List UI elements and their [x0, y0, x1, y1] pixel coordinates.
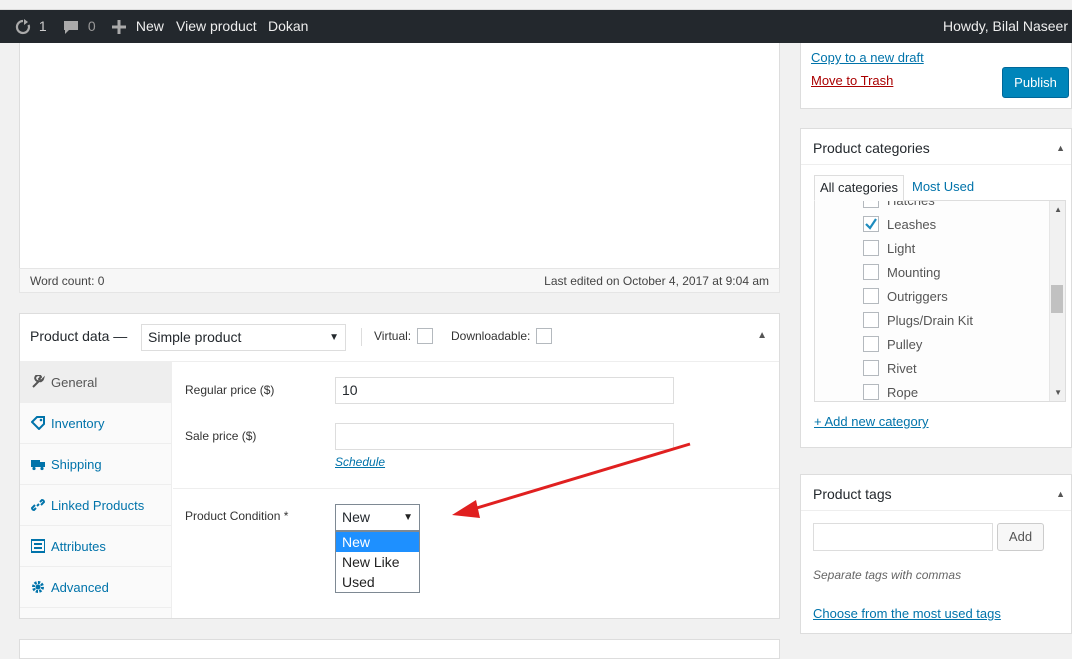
option-new-like[interactable]: New Like [336, 552, 419, 572]
publish-box: Copy to a new draft Move to Trash Publis… [800, 43, 1072, 109]
next-meta-box [19, 639, 780, 659]
tab-all-categories[interactable]: All categories [814, 175, 905, 201]
option-used[interactable]: Used [336, 572, 419, 592]
link-icon [31, 498, 45, 512]
add-tag-button[interactable]: Add [997, 523, 1044, 551]
option-new[interactable]: New [336, 532, 419, 552]
scroll-down-icon[interactable]: ▼ [1054, 388, 1062, 397]
refresh-icon [15, 19, 31, 35]
tab-inventory[interactable]: Inventory [20, 403, 172, 444]
category-checkbox[interactable] [863, 384, 879, 400]
tab-label: Inventory [51, 416, 105, 431]
browser-top-strip [0, 0, 1072, 10]
tab-label: Advanced [51, 580, 109, 595]
product-data-title: Product data — [30, 328, 128, 344]
tab-linked-products[interactable]: Linked Products [20, 485, 172, 526]
content-editor[interactable] [19, 43, 780, 293]
regular-price-input[interactable]: 10 [335, 377, 674, 404]
tab-shipping[interactable]: Shipping [20, 444, 172, 485]
tab-label: Shipping [51, 457, 102, 472]
product-condition-value: New [342, 509, 371, 525]
tags-header: Product tags ▲ [801, 475, 1071, 511]
product-data-tabs: General Inventory Shipping Linked Produc… [20, 362, 172, 618]
view-product-link[interactable]: View product [176, 10, 257, 43]
publish-button[interactable]: Publish [1002, 67, 1069, 98]
word-count: Word count: 0 [30, 274, 105, 288]
howdy-user[interactable]: Howdy, Bilal Naseer [943, 10, 1068, 43]
tab-general[interactable]: General [20, 362, 172, 403]
product-type-value: Simple product [148, 329, 242, 345]
chevron-down-icon: ▼ [329, 332, 339, 343]
product-data-header: Product data — Simple product ▼ Virtual:… [20, 314, 779, 362]
tab-advanced[interactable]: Advanced [20, 567, 172, 608]
comment-icon [64, 21, 78, 35]
last-edited: Last edited on October 4, 2017 at 9:04 a… [544, 274, 769, 288]
list-icon [31, 539, 45, 553]
category-checkbox[interactable] [863, 264, 879, 280]
product-tags-box: Product tags ▲ Add Separate tags with co… [800, 474, 1072, 634]
schedule-link[interactable]: Schedule [335, 455, 385, 469]
product-type-select[interactable]: Simple product ▼ [141, 324, 346, 351]
category-checkbox[interactable] [863, 336, 879, 352]
virtual-checkbox[interactable] [417, 328, 433, 344]
product-condition-select[interactable]: New ▼ [335, 504, 420, 531]
new-item[interactable]: New [112, 10, 164, 43]
tags-hint: Separate tags with commas [813, 568, 962, 582]
copy-draft-link[interactable]: Copy to a new draft [811, 50, 924, 65]
tags-title: Product tags [813, 486, 892, 502]
downloadable-label: Downloadable: [451, 329, 531, 343]
wrench-icon [32, 375, 45, 388]
updates-count: 1 [38, 18, 47, 34]
new-label: New [135, 18, 164, 34]
category-checkbox[interactable] [863, 360, 879, 376]
tab-label: General [51, 375, 98, 390]
comments-item[interactable]: 0 [63, 10, 96, 43]
collapse-toggle-icon[interactable]: ▲ [1056, 489, 1065, 499]
sale-price-label: Sale price ($) [185, 429, 257, 443]
tab-most-used[interactable]: Most Used [907, 175, 979, 201]
comments-count: 0 [87, 18, 96, 34]
categories-header: Product categories ▲ [801, 129, 1071, 165]
truck-icon [31, 460, 45, 471]
category-checkbox[interactable] [863, 201, 879, 208]
category-scrollbar[interactable]: ▲ ▼ [1049, 201, 1065, 401]
product-condition-label: Product Condition * [185, 509, 289, 523]
regular-price-label: Regular price ($) [185, 383, 275, 397]
downloadable-checkbox[interactable] [536, 328, 552, 344]
collapse-toggle-icon[interactable]: ▲ [757, 330, 767, 341]
add-new-category-link[interactable]: + Add new category [814, 414, 929, 429]
annotation-arrow [452, 442, 691, 518]
tag-icon [31, 416, 45, 430]
updates-item[interactable]: 1 [14, 10, 47, 43]
category-checkbox[interactable] [863, 216, 879, 232]
category-checkbox[interactable] [863, 240, 879, 256]
chevron-down-icon: ▼ [403, 512, 413, 523]
collapse-toggle-icon[interactable]: ▲ [1056, 143, 1065, 153]
tag-input[interactable] [813, 523, 993, 551]
editor-status-bar: Word count: 0 Last edited on October 4, … [19, 268, 780, 293]
checkmark-icon [865, 218, 877, 230]
scroll-up-icon[interactable]: ▲ [1054, 205, 1062, 214]
admin-bar: 1 0 New View product Dokan Howdy, Bilal … [0, 10, 1072, 43]
tab-attributes[interactable]: Attributes [20, 526, 172, 567]
plus-icon [112, 20, 126, 35]
product-condition-options: New New Like Used [335, 531, 420, 593]
scroll-thumb[interactable] [1051, 285, 1063, 313]
categories-title: Product categories [813, 140, 930, 156]
header-divider [361, 328, 362, 346]
choose-most-used-tags-link[interactable]: Choose from the most used tags [813, 606, 1001, 621]
virtual-label: Virtual: [374, 329, 412, 343]
dokan-link[interactable]: Dokan [268, 10, 308, 43]
category-checkbox[interactable] [863, 312, 879, 328]
move-trash-link[interactable]: Move to Trash [811, 73, 893, 88]
tab-label: Linked Products [51, 498, 145, 513]
category-checklist: Hatches Leashes Light Mounting Outrigger… [814, 200, 1066, 402]
gear-icon [32, 581, 44, 593]
category-checkbox[interactable] [863, 288, 879, 304]
tab-label: Attributes [51, 539, 106, 554]
product-categories-box: Product categories ▲ All categories Most… [800, 128, 1072, 448]
